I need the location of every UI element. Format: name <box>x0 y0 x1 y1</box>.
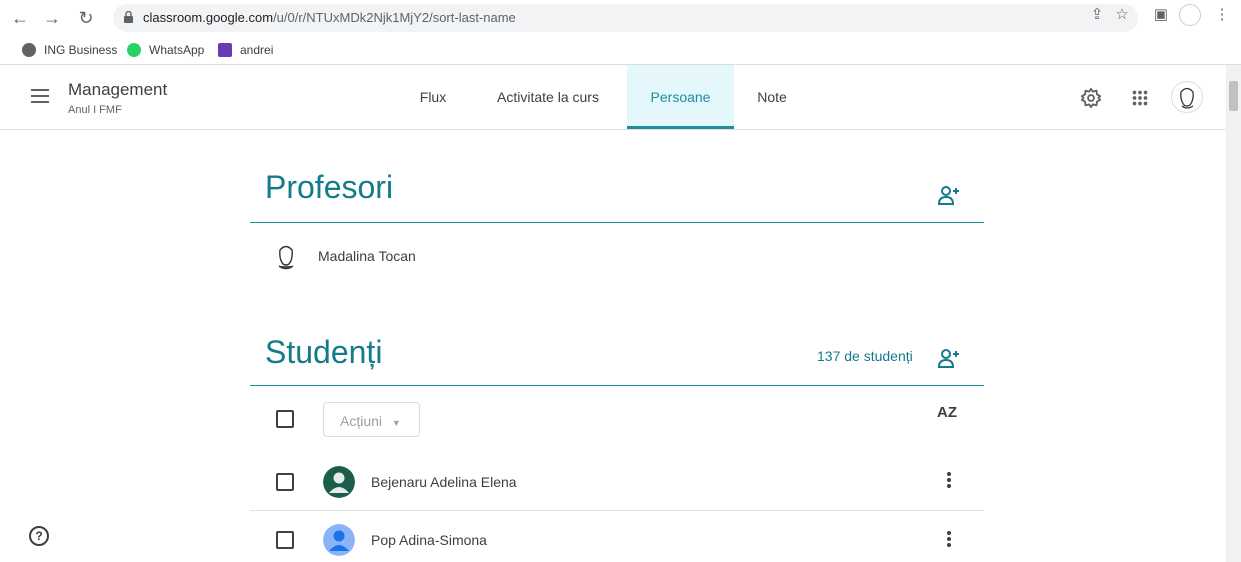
lock-icon <box>124 11 133 23</box>
side-panel-icon[interactable]: ▣ <box>1152 6 1170 24</box>
sort-az-icon[interactable]: AZ <box>937 404 957 421</box>
url-path: /u/0/r/NTUxMDk2Njk1MjY2/sort-last-name <box>273 10 516 25</box>
student-avatar <box>323 466 355 498</box>
bookmark-label: andrei <box>240 43 274 57</box>
students-count: 137 de studenți <box>817 348 913 364</box>
bookmark-star-icon[interactable]: ☆ <box>1113 6 1131 24</box>
app-header: Management Anul I FMF Flux Activitate la… <box>0 65 1226 130</box>
class-section: Anul I FMF <box>68 104 122 116</box>
user-sketch-icon <box>1180 87 1194 109</box>
account-avatar[interactable] <box>1171 81 1203 113</box>
student-name: Bejenaru Adelina Elena <box>371 474 517 490</box>
tab-note[interactable]: Note <box>744 65 800 129</box>
forms-icon <box>218 43 232 57</box>
share-icon[interactable]: ⇪ <box>1088 6 1106 24</box>
bookmark-label: WhatsApp <box>149 43 205 57</box>
invite-teacher-icon[interactable] <box>937 184 961 206</box>
apps-grid-icon[interactable] <box>1129 87 1151 109</box>
select-all-checkbox[interactable] <box>276 410 294 428</box>
student-checkbox[interactable] <box>276 531 294 549</box>
student-row[interactable]: Bejenaru Adelina Elena <box>323 466 517 498</box>
students-heading: Studenți <box>265 334 383 370</box>
teachers-heading: Profesori <box>265 169 394 205</box>
scrollbar-thumb[interactable] <box>1229 81 1238 111</box>
more-vert-icon[interactable]: ⋮ <box>1213 6 1231 24</box>
bookmarks-bar: ING Business WhatsApp andrei <box>0 37 1241 63</box>
tab-persoane[interactable]: Persoane <box>627 65 734 129</box>
forward-arrow-icon[interactable]: → <box>40 6 64 30</box>
actions-dropdown[interactable]: Acțiuni ▼ <box>323 402 420 437</box>
profile-avatar-icon[interactable] <box>1179 4 1201 26</box>
bookmark-label: ING Business <box>44 43 118 57</box>
url-text: classroom.google.com/u/0/r/NTUxMDk2Njk1M… <box>143 10 516 25</box>
reload-icon[interactable]: ↻ <box>74 6 98 30</box>
dropdown-arrow-icon: ▼ <box>391 418 401 428</box>
url-host: classroom.google.com <box>143 10 274 25</box>
whatsapp-icon <box>127 43 141 57</box>
bookmark-whatsapp[interactable]: WhatsApp <box>127 40 204 60</box>
class-title[interactable]: Management <box>68 80 167 100</box>
main-menu-icon[interactable] <box>31 89 49 103</box>
address-bar[interactable]: classroom.google.com/u/0/r/NTUxMDk2Njk1M… <box>113 4 1138 32</box>
student-row[interactable]: Pop Adina-Simona <box>323 524 487 556</box>
tab-activitate[interactable]: Activitate la curs <box>478 65 618 129</box>
more-options-icon[interactable] <box>937 529 961 553</box>
teacher-avatar <box>278 245 294 270</box>
browser-toolbar: ← → ↻ classroom.google.com/u/0/r/NTUxMDk… <box>0 0 1241 37</box>
help-icon[interactable]: ? <box>29 526 49 546</box>
student-avatar <box>323 524 355 556</box>
page-scrollbar[interactable] <box>1226 65 1241 562</box>
invite-student-icon[interactable] <box>937 347 961 369</box>
teachers-divider <box>250 222 984 223</box>
student-name: Pop Adina-Simona <box>371 532 487 548</box>
globe-icon <box>22 43 36 57</box>
bookmark-andrei[interactable]: andrei <box>218 40 273 60</box>
teacher-name: Madalina Tocan <box>318 248 416 264</box>
student-checkbox[interactable] <box>276 473 294 491</box>
tab-flux[interactable]: Flux <box>405 65 461 129</box>
students-divider <box>250 385 984 386</box>
bookmark-ing-business[interactable]: ING Business <box>22 40 117 60</box>
back-arrow-icon[interactable]: ← <box>8 6 32 30</box>
row-divider <box>250 510 984 511</box>
teacher-row[interactable]: Madalina Tocan <box>270 240 416 272</box>
more-options-icon[interactable] <box>937 470 961 494</box>
settings-gear-icon[interactable] <box>1080 87 1102 109</box>
actions-label: Acțiuni <box>340 413 383 429</box>
